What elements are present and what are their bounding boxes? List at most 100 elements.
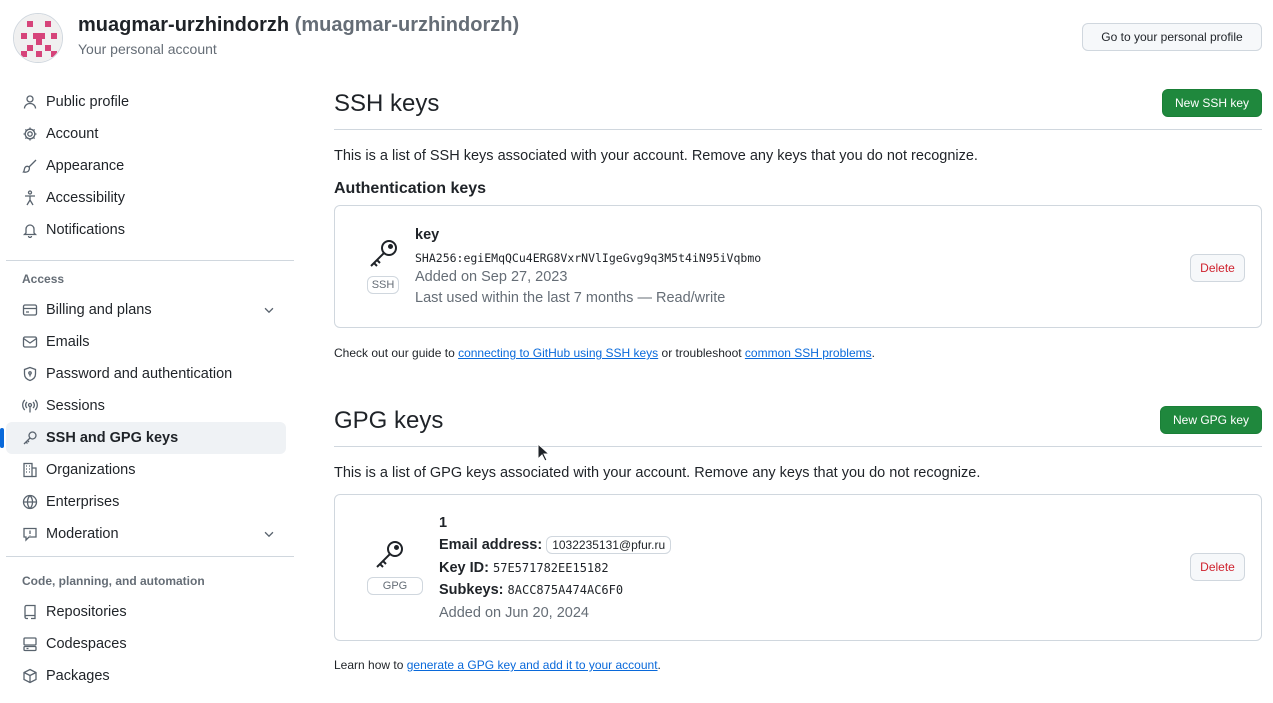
gpg-learn-prefix: Learn how to	[334, 658, 407, 672]
sidebar-item-password[interactable]: Password and authentication	[6, 358, 286, 390]
sidebar-item-label: Public profile	[46, 94, 130, 110]
delete-gpg-key-button[interactable]: Delete	[1190, 553, 1245, 581]
codespaces-icon	[22, 636, 38, 652]
key-icon	[376, 541, 403, 568]
account-subtitle: Your personal account	[78, 41, 217, 57]
ssh-guide-link[interactable]: connecting to GitHub using SSH keys	[458, 346, 658, 360]
gpg-learn-link[interactable]: generate a GPG key and add it to your ac…	[407, 658, 658, 672]
authentication-keys-heading: Authentication keys	[334, 180, 487, 197]
sidebar-item-label: Emails	[46, 334, 90, 350]
gpg-subkeys-label: Subkeys:	[439, 582, 504, 598]
sidebar-item-label: Codespaces	[46, 636, 127, 652]
gpg-description: This is a list of GPG keys associated wi…	[334, 465, 981, 481]
sidebar-group-title-access: Access	[22, 272, 65, 286]
account-name: muagmar-urzhindorzh (muagmar-urzhindorzh…	[78, 14, 519, 37]
repo-icon	[22, 604, 38, 620]
gpg-keyid-label: Key ID:	[439, 560, 489, 576]
sidebar-item-enterprises[interactable]: Enterprises	[6, 486, 286, 518]
sidebar-item-label: Appearance	[46, 158, 125, 174]
sidebar-item-moderation[interactable]: Moderation	[6, 518, 286, 550]
gpg-learn-suffix: .	[657, 658, 661, 672]
ssh-guide-text: Check out our guide to connecting to Git…	[334, 346, 875, 360]
ssh-badge: SSH	[367, 276, 399, 294]
sidebar-group-top: Public profile Account Appearance Access…	[6, 86, 294, 246]
broadcast-icon	[22, 398, 38, 414]
gpg-badge: GPG	[367, 577, 423, 595]
gpg-key-added: Added on Jun 20, 2024	[439, 605, 589, 621]
ssh-key-added: Added on Sep 27, 2023	[415, 269, 568, 285]
sidebar-item-label: Enterprises	[46, 494, 120, 510]
ssh-divider	[334, 129, 1262, 130]
ssh-keys-title: SSH keys	[334, 90, 440, 117]
account-name-text: muagmar-urzhindorzh	[78, 14, 290, 36]
sidebar-item-packages[interactable]: Packages	[6, 660, 286, 692]
avatar[interactable]	[13, 13, 63, 63]
bell-icon	[22, 222, 38, 238]
delete-ssh-key-button[interactable]: Delete	[1190, 254, 1245, 282]
sidebar-divider	[6, 556, 294, 557]
new-ssh-key-button[interactable]: New SSH key	[1162, 89, 1262, 117]
chevron-down-icon[interactable]	[262, 303, 276, 317]
key-icon	[22, 430, 38, 446]
mouse-cursor-icon	[537, 443, 551, 462]
sidebar-item-account[interactable]: Account	[6, 118, 286, 150]
sidebar-item-billing[interactable]: Billing and plans	[6, 294, 286, 326]
person-icon	[22, 94, 38, 110]
sidebar-item-emails[interactable]: Emails	[6, 326, 286, 358]
shield-icon	[22, 366, 38, 382]
sidebar-item-label: Accessibility	[46, 190, 125, 206]
ssh-guide-suffix: .	[871, 346, 875, 360]
ssh-key-fingerprint: SHA256:egiEMqQCu4ERG8VxrNVlIgeGvg9q3M5t4…	[415, 251, 762, 265]
gpg-divider	[334, 446, 1262, 447]
sidebar-item-notifications[interactable]: Notifications	[6, 214, 286, 246]
sidebar-item-accessibility[interactable]: Accessibility	[6, 182, 286, 214]
globe-icon	[22, 494, 38, 510]
gpg-key-title: 1	[439, 515, 448, 531]
sidebar-item-label: Password and authentication	[46, 366, 233, 382]
ssh-key-card: SSH key SHA256:egiEMqQCu4ERG8VxrNVlIgeGv…	[334, 205, 1262, 328]
gpg-keyid-row: Key ID: 57E571782EE15182	[439, 560, 609, 576]
sidebar-item-label: Billing and plans	[46, 302, 152, 318]
sidebar-group-title-code: Code, planning, and automation	[22, 574, 205, 588]
sidebar-item-repositories[interactable]: Repositories	[6, 596, 286, 628]
gpg-key-card: GPG 1 Email address: 1032235131@pfur.ru …	[334, 494, 1262, 641]
sidebar-group-code: Repositories Codespaces Packages	[6, 596, 294, 692]
sidebar-divider	[6, 260, 294, 261]
ssh-key-last-used: Last used within the last 7 months — Rea…	[415, 290, 726, 306]
gpg-learn-text: Learn how to generate a GPG key and add …	[334, 658, 661, 672]
ssh-key-title: key	[415, 227, 440, 243]
accessibility-icon	[22, 190, 38, 206]
sidebar-item-label: Notifications	[46, 222, 125, 238]
gpg-subkeys-row: Subkeys: 8ACC875A474AC6F0	[439, 582, 623, 598]
ssh-guide-middle: or troubleshoot	[658, 346, 745, 360]
credit-card-icon	[22, 302, 38, 318]
chevron-down-icon[interactable]	[262, 527, 276, 541]
sidebar-group-access: Billing and plans Emails Password and au…	[0, 294, 294, 550]
ssh-guide-prefix: Check out our guide to	[334, 346, 459, 360]
ssh-description: This is a list of SSH keys associated wi…	[334, 148, 978, 164]
sidebar-item-ssh-gpg-keys[interactable]: SSH and GPG keys	[0, 422, 286, 454]
ssh-troubleshoot-link[interactable]: common SSH problems	[745, 346, 872, 360]
sidebar-item-public-profile[interactable]: Public profile	[6, 86, 286, 118]
package-icon	[22, 668, 38, 684]
sidebar-item-label: Sessions	[46, 398, 105, 414]
report-icon	[22, 526, 38, 542]
new-gpg-key-button[interactable]: New GPG key	[1160, 406, 1262, 434]
sidebar-item-label: SSH and GPG keys	[46, 430, 179, 446]
sidebar-item-label: Moderation	[46, 526, 119, 542]
gpg-keyid: 57E571782EE15182	[493, 561, 609, 575]
sidebar-item-label: Repositories	[46, 604, 127, 620]
gpg-subkeys: 8ACC875A474AC6F0	[507, 583, 624, 597]
go-to-profile-button[interactable]: Go to your personal profile	[1082, 23, 1262, 51]
sidebar-item-label: Account	[46, 126, 99, 142]
sidebar-item-appearance[interactable]: Appearance	[6, 150, 286, 182]
sidebar-item-codespaces[interactable]: Codespaces	[6, 628, 286, 660]
sidebar-item-sessions[interactable]: Sessions	[6, 390, 286, 422]
account-login: (muagmar-urzhindorzh)	[294, 14, 520, 36]
sidebar-item-label: Organizations	[46, 462, 136, 478]
gpg-email-label: Email address:	[439, 537, 543, 553]
sidebar-item-organizations[interactable]: Organizations	[6, 454, 286, 486]
gear-icon	[22, 126, 38, 142]
paintbrush-icon	[22, 158, 38, 174]
settings-sidebar: Public profile Account Appearance Access…	[0, 86, 294, 692]
